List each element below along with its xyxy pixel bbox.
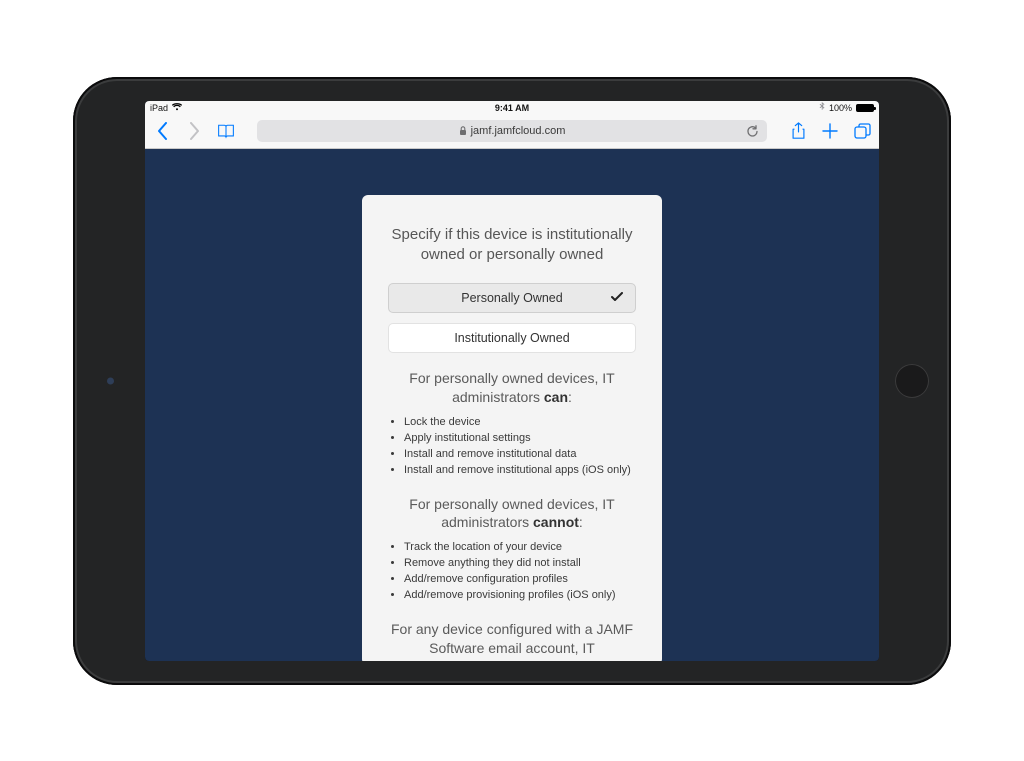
can-heading: For personally owned devices, IT adminis… bbox=[388, 369, 636, 407]
list-item: Install and remove institutional apps (i… bbox=[404, 463, 636, 479]
battery-pct: 100% bbox=[829, 103, 852, 113]
forward-button bbox=[185, 122, 203, 140]
back-button[interactable] bbox=[153, 122, 171, 140]
wifi-icon bbox=[172, 103, 182, 113]
bluetooth-icon bbox=[819, 102, 825, 113]
safari-toolbar: jamf.jamfcloud.com bbox=[145, 115, 879, 149]
address-bar[interactable]: jamf.jamfcloud.com bbox=[257, 120, 767, 142]
battery-icon bbox=[856, 104, 874, 112]
lock-icon bbox=[459, 126, 467, 136]
carrier-label: iPad bbox=[150, 103, 168, 113]
clock: 9:41 AM bbox=[495, 103, 529, 113]
page-background: Specify if this device is institutionall… bbox=[145, 149, 879, 661]
card-heading: Specify if this device is institutionall… bbox=[388, 225, 636, 266]
tabs-button[interactable] bbox=[853, 123, 871, 140]
option-institutionally-owned[interactable]: Institutionally Owned bbox=[388, 323, 636, 353]
list-item: Remove anything they did not install bbox=[404, 556, 636, 572]
new-tab-button[interactable] bbox=[821, 123, 839, 139]
reload-icon[interactable] bbox=[746, 125, 759, 138]
url-text: jamf.jamfcloud.com bbox=[471, 125, 566, 137]
option-personally-owned[interactable]: Personally Owned bbox=[388, 283, 636, 313]
share-button[interactable] bbox=[789, 122, 807, 140]
list-item: Add/remove configuration profiles bbox=[404, 572, 636, 588]
list-item: Apply institutional settings bbox=[404, 431, 636, 447]
check-icon bbox=[611, 291, 623, 305]
list-item: Add/remove provisioning profiles (iOS on… bbox=[404, 588, 636, 604]
option-label: Personally Owned bbox=[461, 291, 562, 305]
screen: iPad 9:41 AM 100% bbox=[145, 101, 879, 661]
bookmarks-button[interactable] bbox=[217, 123, 235, 139]
cannot-heading: For personally owned devices, IT adminis… bbox=[388, 495, 636, 533]
home-button[interactable] bbox=[895, 364, 929, 398]
cannot-list: Track the location of your device Remove… bbox=[388, 540, 636, 604]
footer-text: For any device configured with a JAMF So… bbox=[388, 620, 636, 658]
list-item: Track the location of your device bbox=[404, 540, 636, 556]
status-bar: iPad 9:41 AM 100% bbox=[145, 101, 879, 115]
ownership-card: Specify if this device is institutionall… bbox=[362, 195, 662, 661]
list-item: Install and remove institutional data bbox=[404, 447, 636, 463]
list-item: Lock the device bbox=[404, 415, 636, 431]
front-camera bbox=[107, 377, 114, 384]
ipad-device-frame: iPad 9:41 AM 100% bbox=[73, 77, 951, 685]
option-label: Institutionally Owned bbox=[454, 331, 569, 345]
can-list: Lock the device Apply institutional sett… bbox=[388, 415, 636, 479]
